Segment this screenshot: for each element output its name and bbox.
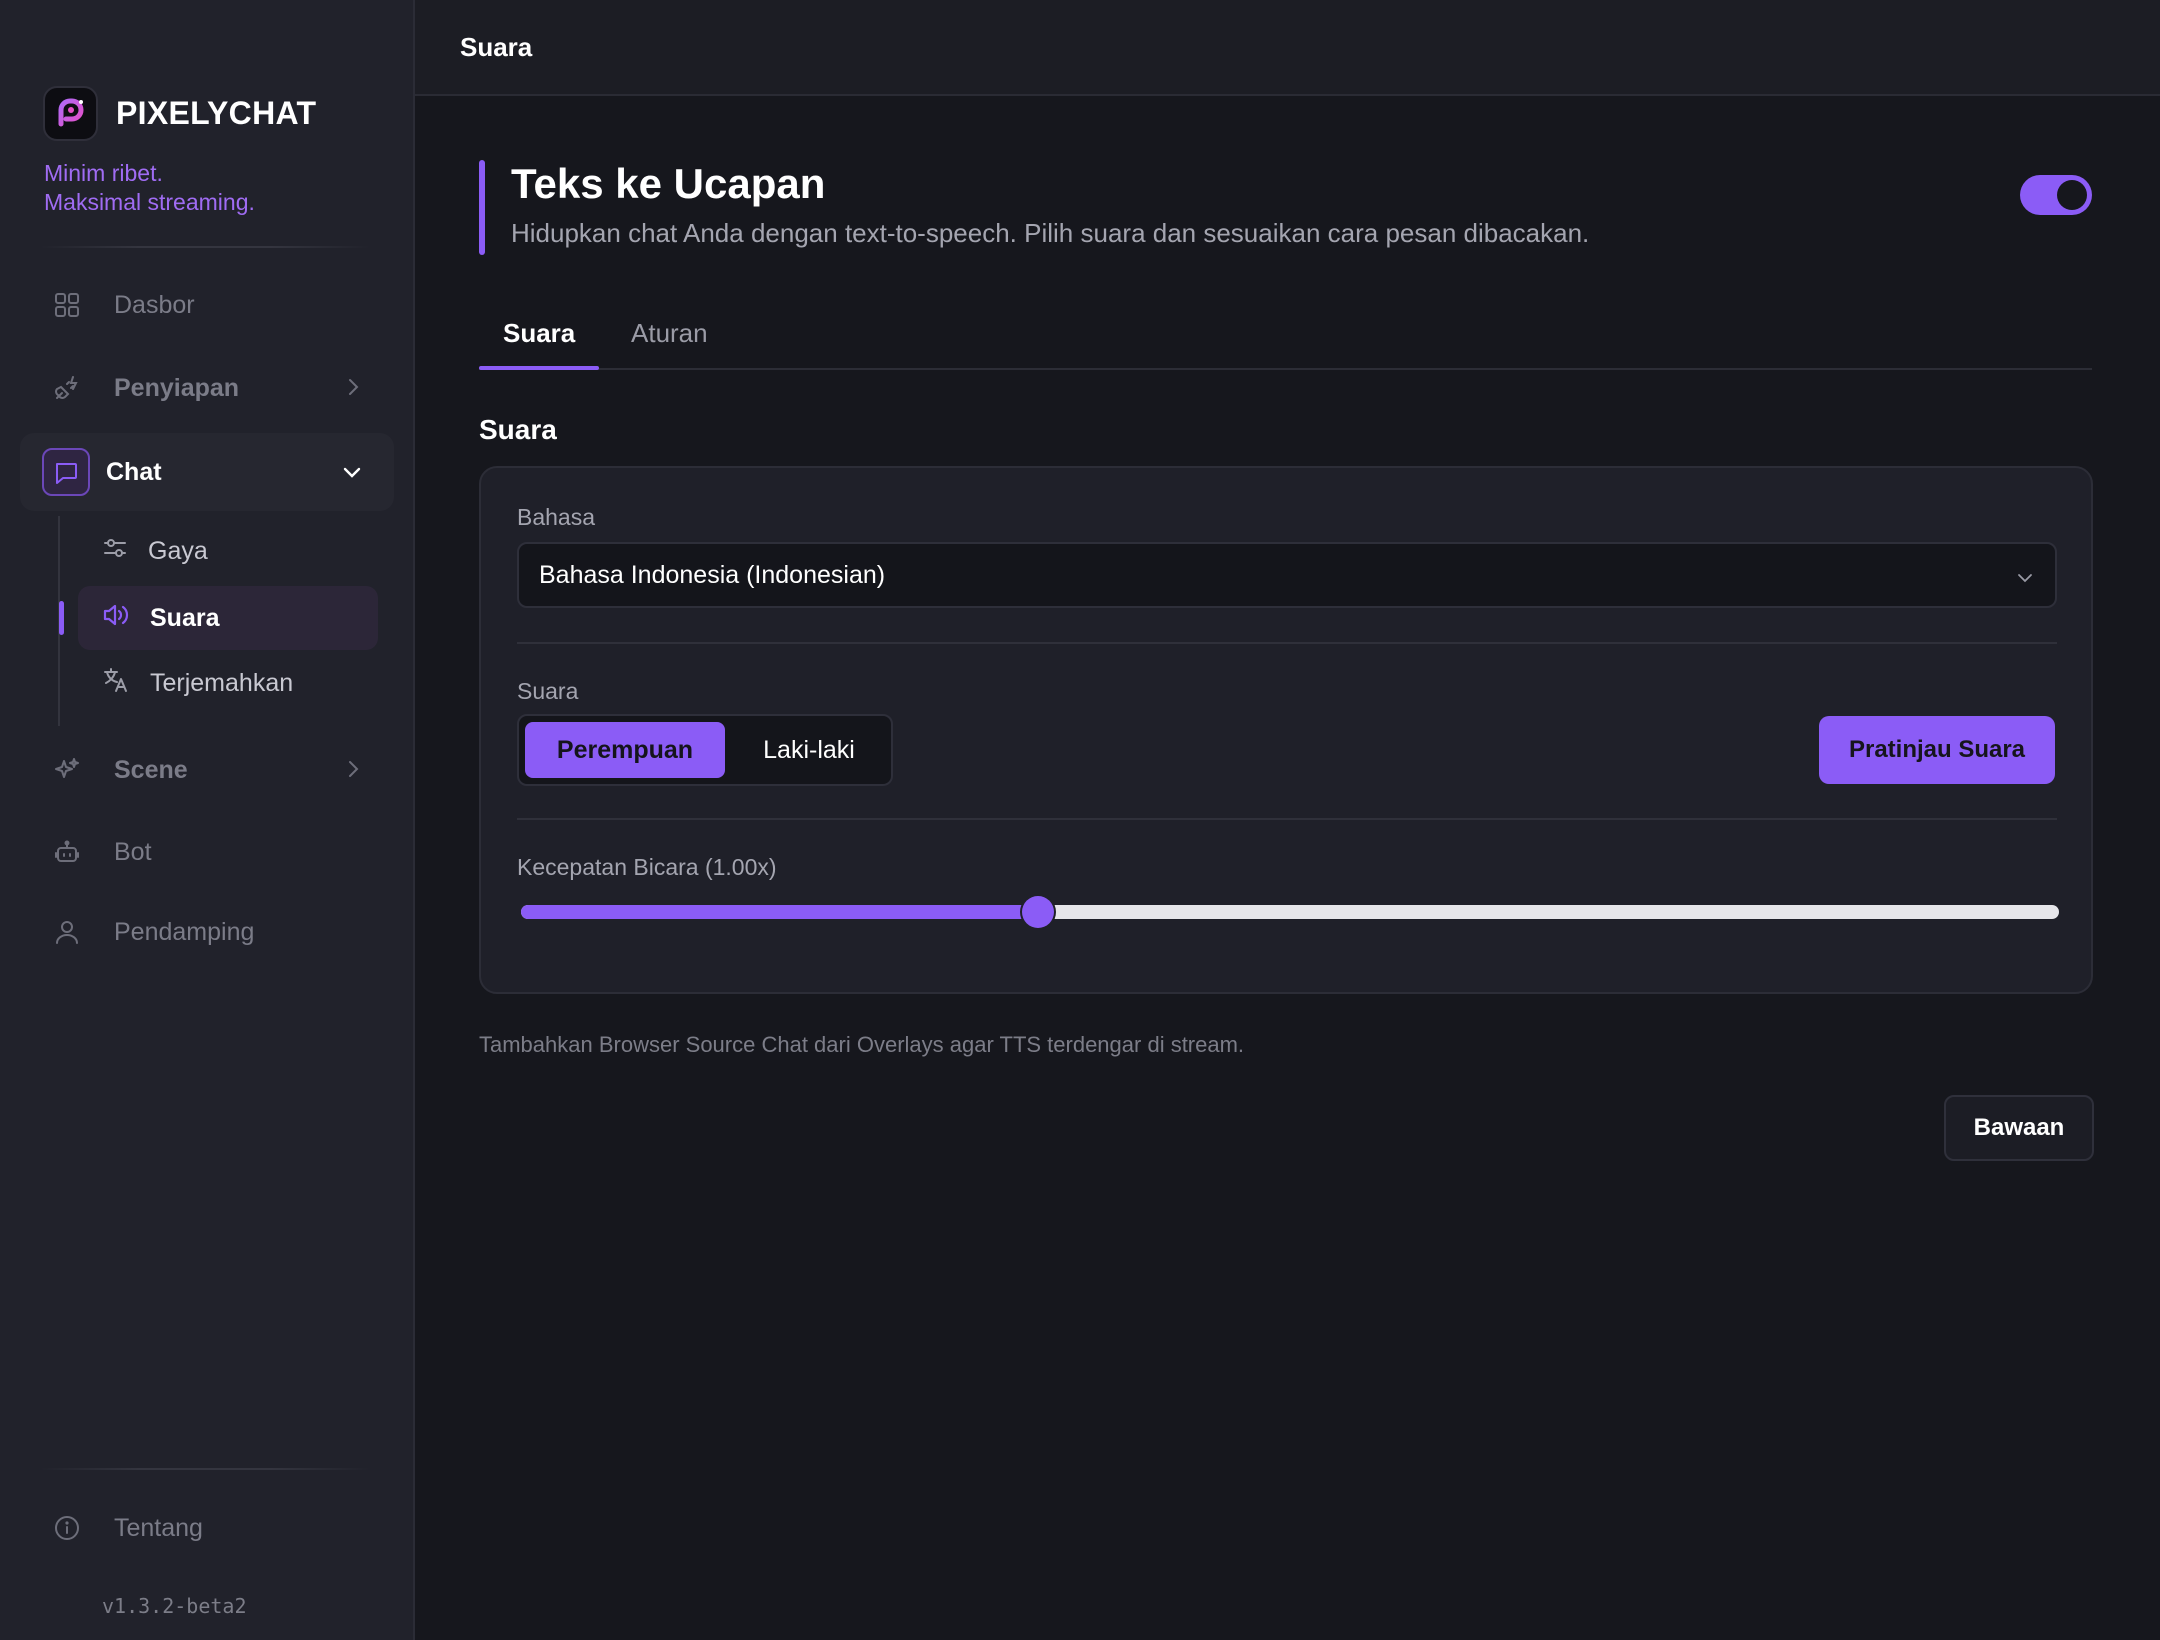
sidebar-item-dasbor[interactable]: Dasbor xyxy=(20,266,394,344)
tagline-line-1: Minim ribet. xyxy=(44,160,163,186)
card-divider xyxy=(517,818,2057,820)
sidebar-item-label: Penyiapan xyxy=(114,373,240,402)
tabs: Suara Aturan xyxy=(479,306,2092,370)
sidebar-divider xyxy=(40,246,370,248)
section-title: Teks ke Ucapan xyxy=(511,160,826,207)
brand-name: PIXELYCHAT xyxy=(116,95,317,131)
sidebar-item-label: Chat xyxy=(106,457,162,486)
active-marker xyxy=(59,601,64,635)
sidebar-subitem-label: Terjemahkan xyxy=(150,668,294,697)
sidebar-item-penyiapan[interactable]: Penyiapan xyxy=(20,349,394,427)
tagline-line-2: Maksimal streaming. xyxy=(44,189,255,215)
tab-suara[interactable]: Suara xyxy=(503,318,575,349)
voice-male-button[interactable]: Laki-laki xyxy=(731,722,887,778)
voice-label: Suara xyxy=(517,678,579,704)
speed-label: Kecepatan Bicara (1.00x) xyxy=(517,854,777,880)
group-title: Suara xyxy=(479,414,557,445)
grid-icon xyxy=(50,288,84,322)
sidebar-subitem-gaya[interactable]: Gaya xyxy=(78,519,378,583)
sidebar-item-label: Pendamping xyxy=(114,917,255,946)
app-version: v1.3.2-beta2 xyxy=(102,1594,247,1618)
sidebar-subitem-terjemahkan[interactable]: Terjemahkan xyxy=(78,651,378,715)
page-title: Suara xyxy=(460,31,533,62)
sidebar-item-pendamping[interactable]: Pendamping xyxy=(20,893,394,971)
sidebar-item-label: Scene xyxy=(114,755,188,784)
speed-slider[interactable] xyxy=(517,892,2063,932)
tagline: Minim ribet. Maksimal streaming. xyxy=(44,159,255,217)
sidebar-subitem-suara[interactable]: Suara xyxy=(78,586,378,650)
user-icon xyxy=(50,915,84,949)
accent-bar xyxy=(479,160,485,255)
sidebar-item-label: Dasbor xyxy=(114,290,195,319)
toggle-knob xyxy=(2057,180,2087,210)
tts-enable-toggle[interactable] xyxy=(2020,175,2092,215)
chevron-down-icon xyxy=(340,460,364,491)
info-icon xyxy=(50,1511,84,1545)
sidebar-item-tentang[interactable]: Tentang xyxy=(20,1489,394,1567)
chevron-right-icon xyxy=(342,758,364,787)
voice-gender-toggle: Perempuan Laki-laki xyxy=(517,714,893,786)
sidebar-item-label: Tentang xyxy=(114,1513,203,1542)
tab-aturan[interactable]: Aturan xyxy=(631,318,708,349)
sidebar-divider xyxy=(40,1468,370,1470)
language-select-value: Bahasa Indonesia (Indonesian) xyxy=(539,560,886,589)
slider-thumb[interactable] xyxy=(1021,896,1054,928)
chat-bubble-icon xyxy=(42,448,90,496)
section-header: Teks ke Ucapan Hidupkan chat Anda dengan… xyxy=(479,160,2092,256)
sidebar-subitem-label: Suara xyxy=(150,603,220,632)
sliders-icon xyxy=(102,535,128,568)
topbar: Suara xyxy=(415,0,2160,96)
preview-voice-button[interactable]: Pratinjau Suara xyxy=(1819,716,2055,784)
slider-fill xyxy=(521,905,1038,919)
chevron-right-icon xyxy=(342,376,364,405)
language-select[interactable]: Bahasa Indonesia (Indonesian) xyxy=(517,542,2057,608)
sidebar-item-chat[interactable]: Chat xyxy=(20,433,394,511)
language-label: Bahasa xyxy=(517,504,596,530)
reset-defaults-button[interactable]: Bawaan xyxy=(1944,1095,2094,1161)
sidebar-item-label: Bot xyxy=(114,837,152,866)
plug-icon xyxy=(50,371,84,405)
brand-logo-icon xyxy=(43,86,98,141)
sidebar: PIXELYCHAT Minim ribet. Maksimal streami… xyxy=(0,0,415,1640)
main-content: Suara Teks ke Ucapan Hidupkan chat Anda … xyxy=(415,0,2160,1640)
translate-icon xyxy=(102,666,130,701)
sidebar-item-scene[interactable]: Scene xyxy=(20,731,394,809)
chevron-down-icon xyxy=(2015,566,2035,595)
voice-settings-card: Bahasa Bahasa Indonesia (Indonesian) Sua… xyxy=(479,466,2093,994)
speaker-icon xyxy=(102,602,130,635)
voice-female-button[interactable]: Perempuan xyxy=(525,722,725,778)
sidebar-subitem-label: Gaya xyxy=(148,536,208,565)
brand[interactable]: PIXELYCHAT xyxy=(43,86,316,141)
tab-active-indicator xyxy=(479,366,599,370)
sidebar-item-bot[interactable]: Bot xyxy=(20,813,394,891)
hint-text: Tambahkan Browser Source Chat dari Overl… xyxy=(479,1032,1245,1057)
sparkles-icon xyxy=(50,753,84,787)
card-divider xyxy=(517,642,2057,644)
app-root: PIXELYCHAT Minim ribet. Maksimal streami… xyxy=(0,0,2160,1640)
robot-icon xyxy=(50,835,84,869)
section-description: Hidupkan chat Anda dengan text-to-speech… xyxy=(511,218,1590,248)
